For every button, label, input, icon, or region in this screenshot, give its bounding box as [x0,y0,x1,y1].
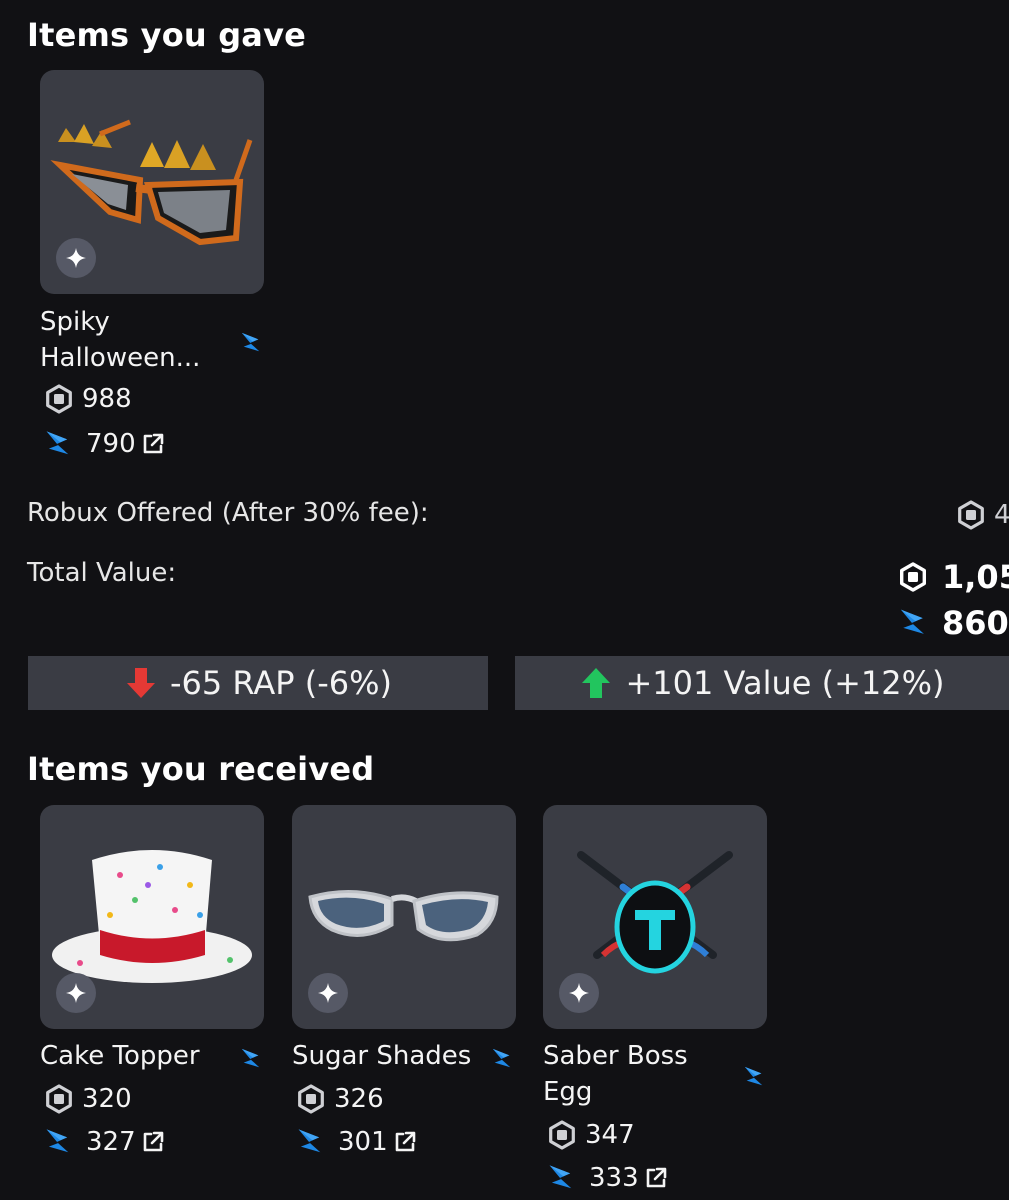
item-name: Sugar Shades [292,1038,471,1074]
item-rap: 320 [44,1084,132,1114]
rap-value: 320 [82,1084,132,1114]
total-value-amount: 860 [942,604,1009,642]
item-name-line: Cake Topper [40,1041,200,1071]
rolimons-bolt-icon[interactable] [743,1064,765,1090]
total-value-label: Total Value: [27,558,177,588]
value-amount: 327 [86,1127,136,1157]
sparkle-icon [56,973,96,1013]
sparkle-icon [559,973,599,1013]
external-link-icon[interactable] [392,1129,418,1155]
total-rap-amount: 1,05 [942,558,1009,596]
item-rap: 988 [44,384,132,414]
item-rap: 326 [296,1084,384,1114]
arrow-down-icon [126,668,155,698]
value-amount: 333 [589,1163,639,1193]
item-name-line: Halloween... [40,343,201,373]
item-name: Spiky Halloween... [40,304,200,376]
external-link-icon[interactable] [643,1165,669,1191]
item-value: 333 [547,1162,669,1194]
rolimons-bolt-icon[interactable] [240,330,262,356]
rap-change-text: -65 RAP (-6%) [169,664,392,702]
rolimons-bolt-icon[interactable] [240,1046,262,1072]
external-link-icon[interactable] [140,1129,166,1155]
external-link-icon[interactable] [140,431,166,457]
item-value: 301 [296,1126,418,1158]
section-title-gave: Items you gave [27,16,307,54]
item-card-cake-topper[interactable] [40,805,264,1029]
section-title-received: Items you received [27,750,375,788]
total-value: 860 [898,604,1009,642]
robux-offered-value: 4 [956,500,1009,530]
item-name-line: Egg [543,1077,593,1107]
rolimons-bolt-icon [296,1126,324,1158]
value-amount: 790 [86,429,136,459]
robux-hexagon-icon [44,1084,74,1114]
rap-value: 988 [82,384,132,414]
value-amount: 301 [338,1127,388,1157]
robux-hexagon-icon [547,1120,577,1150]
item-name-line: Saber Boss [543,1041,688,1071]
rolimons-bolt-icon [547,1162,575,1194]
item-card-sugar-shades[interactable] [292,805,516,1029]
robux-hexagon-icon [956,500,986,530]
rap-value: 347 [585,1120,635,1150]
value-change-text: +101 Value (+12%) [625,664,945,702]
item-rap: 347 [547,1120,635,1150]
rap-change-box: -65 RAP (-6%) [28,656,488,710]
rap-value: 326 [334,1084,384,1114]
item-card-saber-boss-egg[interactable] [543,805,767,1029]
item-name-line: Sugar Shades [292,1041,472,1071]
item-value: 327 [44,1126,166,1158]
robux-hexagon-icon [898,562,928,592]
robux-hexagon-icon [296,1084,326,1114]
robux-offered-label: Robux Offered (After 30% fee): [27,498,429,528]
item-name: Saber Boss Egg [543,1038,688,1110]
rolimons-bolt-icon [898,606,928,640]
item-value: 790 [44,428,166,460]
item-name: Cake Topper [40,1038,200,1074]
value-change-box: +101 Value (+12%) [515,656,1009,710]
arrow-up-icon [582,668,611,698]
item-name-line: Spiky [40,307,110,337]
rolimons-bolt-icon [44,428,72,460]
rolimons-bolt-icon[interactable] [491,1046,513,1072]
sparkle-icon [56,238,96,278]
rolimons-bolt-icon [44,1126,72,1158]
sparkle-icon [308,973,348,1013]
item-card-spiky-halloween[interactable] [40,70,264,294]
robux-hexagon-icon [44,384,74,414]
total-rap: 1,05 [898,558,1009,596]
robux-offered-amount: 4 [994,500,1009,530]
